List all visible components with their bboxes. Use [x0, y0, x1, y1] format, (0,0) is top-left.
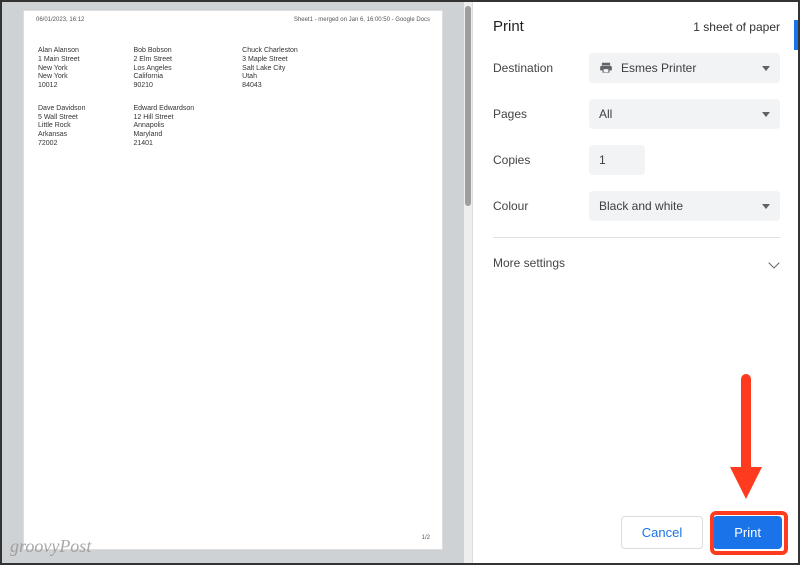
more-settings-toggle[interactable]: More settings [493, 252, 780, 274]
copies-label: Copies [493, 153, 589, 167]
divider [493, 237, 780, 238]
address-block: Dave Davidson5 Wall StreetLittle RockArk… [38, 105, 85, 149]
destination-label: Destination [493, 61, 589, 75]
panel-title: Print [493, 18, 524, 35]
address-block: Edward Edwardson12 Hill StreetAnnapolisM… [133, 105, 194, 149]
caret-down-icon [762, 204, 770, 209]
scrollbar-thumb[interactable] [465, 6, 471, 206]
print-button[interactable]: Print [713, 516, 782, 549]
pages-value: All [599, 107, 612, 121]
address-block: Chuck Charleston3 Maple StreetSalt Lake … [242, 47, 298, 91]
preview-page: 06/01/2023, 16:12 Sheet1 - merged on Jan… [23, 10, 443, 550]
address-block: Bob Bobson2 Elm StreetLos AngelesCalifor… [133, 47, 194, 91]
blue-edge-indicator [794, 20, 798, 50]
preview-timestamp: 06/01/2023, 16:12 [36, 17, 84, 23]
pages-select[interactable]: All [589, 99, 780, 129]
address-block: Alan Alanson1 Main StreetNew YorkNew Yor… [38, 47, 85, 91]
colour-value: Black and white [599, 199, 683, 213]
caret-down-icon [762, 66, 770, 71]
preview-page-number: 1/2 [422, 535, 430, 541]
destination-select[interactable]: Esmes Printer [589, 53, 780, 83]
more-settings-label: More settings [493, 256, 565, 270]
sheet-count: 1 sheet of paper [693, 20, 780, 34]
chevron-down-icon [768, 257, 779, 268]
preview-addresses: Alan Alanson1 Main StreetNew YorkNew Yor… [24, 29, 442, 167]
print-settings-panel: Print 1 sheet of paper Destination Esmes… [472, 2, 798, 563]
copies-input[interactable] [589, 145, 645, 175]
pages-label: Pages [493, 107, 589, 121]
destination-value: Esmes Printer [621, 61, 696, 75]
printer-icon [599, 61, 613, 75]
caret-down-icon [762, 112, 770, 117]
cancel-button[interactable]: Cancel [621, 516, 703, 549]
dialog-footer: Cancel Print [621, 516, 782, 549]
preview-scrollbar[interactable] [464, 2, 472, 563]
colour-select[interactable]: Black and white [589, 191, 780, 221]
preview-doc-title: Sheet1 - merged on Jan 6, 16:00:50 - Goo… [294, 17, 430, 23]
print-preview-pane: 06/01/2023, 16:12 Sheet1 - merged on Jan… [2, 2, 464, 563]
colour-label: Colour [493, 199, 589, 213]
